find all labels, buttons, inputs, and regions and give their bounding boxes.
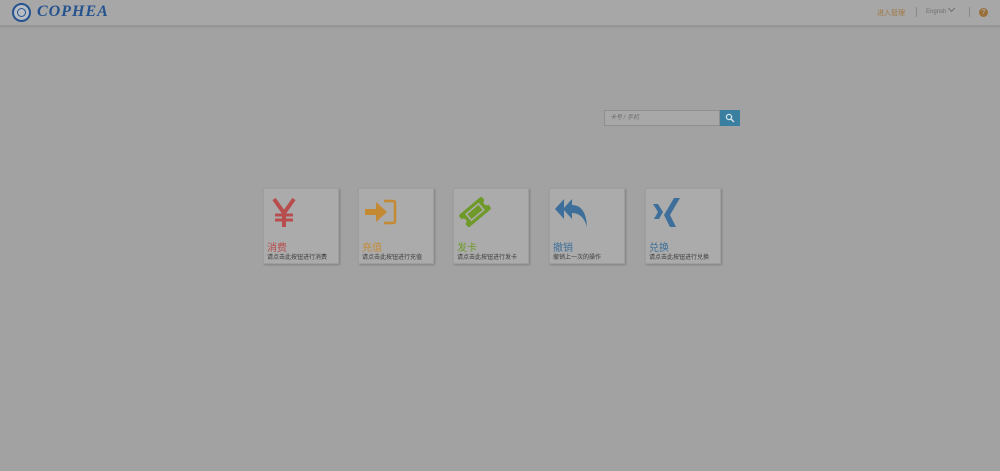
sign-in-icon: [365, 199, 397, 225]
xing-icon: [653, 198, 680, 227]
divider: [969, 7, 970, 17]
card-search-input[interactable]: [604, 110, 720, 126]
logo-icon: [12, 3, 31, 22]
tile-desc: 请点击此按钮进行兑换: [649, 255, 710, 261]
tile-exchange[interactable]: 兑换 请点击此按钮进行兑换: [645, 188, 721, 264]
language-label: Engnsh: [926, 9, 947, 15]
tile-consume[interactable]: 消费 请点击此按钮进行消费: [263, 188, 339, 264]
reply-all-icon: [555, 199, 587, 227]
help-icon[interactable]: ?: [979, 8, 988, 17]
tile-desc: 撤销上一次的操作: [553, 255, 602, 261]
enter-admin-link[interactable]: 进入管理: [877, 8, 905, 18]
tile-desc: 请点击此按钮进行充值: [362, 255, 423, 261]
yen-icon: [272, 197, 296, 227]
language-dropdown[interactable]: Engnsh: [926, 4, 956, 15]
tile-undo[interactable]: 撤销 撤销上一次的操作: [549, 188, 625, 264]
logo-text: COPHEA: [37, 3, 109, 20]
tile-desc: 请点击此按钮进行消费: [267, 255, 328, 261]
search-icon: [725, 113, 735, 123]
top-bar: COPHEA 进入管理 Engnsh ?: [0, 0, 1000, 26]
divider: [916, 7, 917, 17]
chevron-down-icon: [948, 4, 956, 13]
tile-issue-card[interactable]: 发卡 请点击此按钮进行发卡: [453, 188, 529, 264]
tile-recharge[interactable]: 充值 请点击此按钮进行充值: [358, 188, 434, 264]
tile-desc: 请点击此按钮进行发卡: [457, 255, 518, 261]
ticket-icon: [459, 197, 491, 227]
search-button[interactable]: [720, 110, 740, 126]
